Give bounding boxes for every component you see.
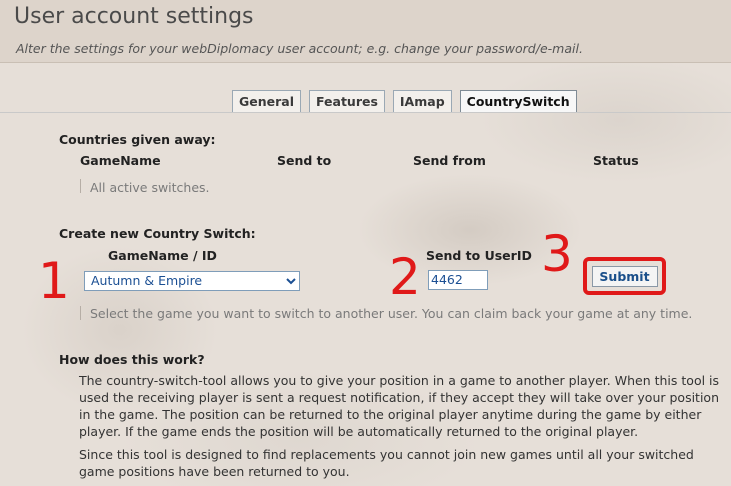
- help-paragraph-1: The country-switch-tool allows you to gi…: [79, 373, 720, 439]
- tab-iamap[interactable]: IAmap: [392, 90, 452, 113]
- given-away-heading: Countries given away:: [59, 132, 216, 147]
- create-hint-text: Select the game you want to switch to an…: [90, 306, 693, 321]
- tab-divider: [0, 112, 731, 113]
- help-paragraph-2: Since this tool is designed to find repl…: [79, 447, 694, 479]
- step-1-annotation: 1: [38, 252, 70, 310]
- settings-tabs: General Features IAmap CountrySwitch: [232, 90, 577, 113]
- game-select[interactable]: Autumn & Empire: [84, 270, 300, 291]
- game-select-wrap: Autumn & Empire: [84, 270, 300, 291]
- page-subtitle: Alter the settings for your webDiplomacy…: [16, 41, 583, 56]
- column-send-from: Send from: [413, 153, 486, 168]
- column-status: Status: [593, 153, 639, 168]
- userid-label: Send to UserID: [426, 248, 532, 263]
- userid-input[interactable]: [428, 269, 488, 290]
- step-3-annotation: 3: [541, 225, 573, 283]
- submit-highlight: Submit: [583, 257, 666, 295]
- hint-bar-create: [80, 306, 81, 320]
- tab-general[interactable]: General: [232, 90, 301, 113]
- column-gamename: GameName: [80, 153, 161, 168]
- create-switch-heading: Create new Country Switch:: [59, 226, 256, 241]
- tab-features[interactable]: Features: [309, 90, 385, 113]
- hint-bar: [80, 179, 81, 193]
- game-label: GameName / ID: [108, 248, 217, 263]
- page-title: User account settings: [14, 4, 254, 29]
- userid-input-wrap: [428, 269, 488, 290]
- help-heading: How does this work?: [59, 352, 205, 367]
- step-2-annotation: 2: [389, 248, 421, 306]
- empty-switches-text: All active switches.: [90, 180, 210, 195]
- tab-countryswitch[interactable]: CountrySwitch: [459, 90, 577, 113]
- column-send-to: Send to: [277, 153, 332, 168]
- submit-button[interactable]: Submit: [591, 265, 658, 287]
